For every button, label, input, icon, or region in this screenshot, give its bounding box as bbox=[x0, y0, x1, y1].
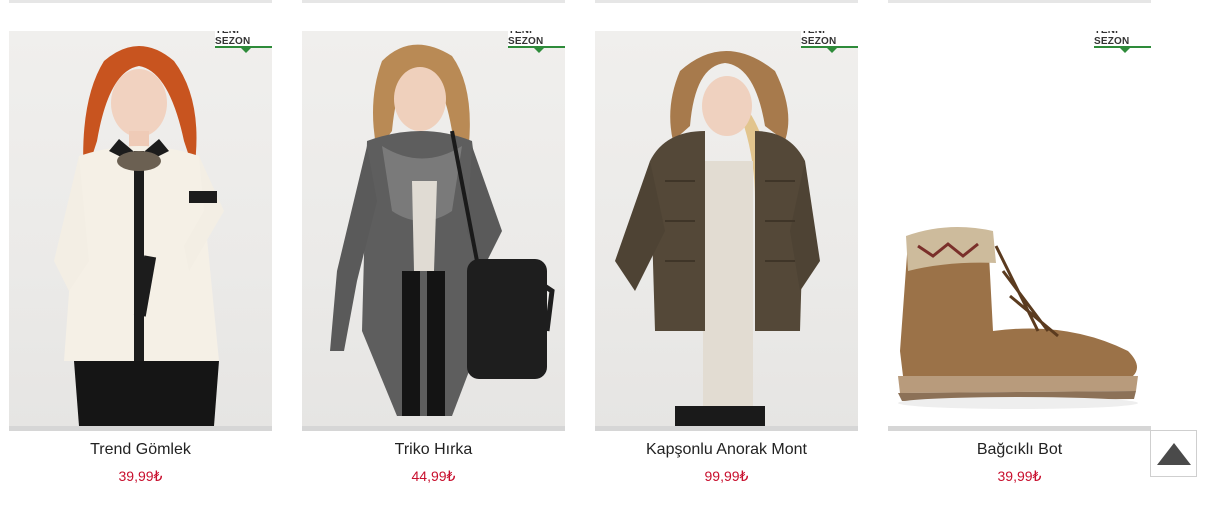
product-card[interactable]: YENİ SEZON Kapşonlu Anorak Mont 99,99₺ bbox=[595, 31, 858, 485]
product-image[interactable]: YENİ SEZON bbox=[888, 31, 1151, 426]
product-price: 39,99₺ bbox=[118, 468, 163, 484]
product-price: 44,99₺ bbox=[411, 468, 456, 484]
image-bottom-bar bbox=[302, 426, 565, 431]
product-price: 39,99₺ bbox=[997, 468, 1042, 484]
top-divider bbox=[595, 0, 858, 3]
product-image[interactable]: YENİ SEZON bbox=[302, 31, 565, 426]
product-card[interactable]: YENİ SEZON Triko Hırka 44,99₺ bbox=[302, 31, 565, 485]
badge-label: YENİ SEZON bbox=[801, 31, 837, 47]
new-season-badge: YENİ SEZON bbox=[1094, 31, 1151, 53]
model-shirt-illustration bbox=[54, 46, 224, 426]
product-image[interactable]: YENİ SEZON bbox=[595, 31, 858, 426]
badge-pointer bbox=[534, 48, 544, 53]
product-name[interactable]: Kapşonlu Anorak Mont bbox=[595, 441, 858, 461]
image-bottom-bar bbox=[888, 426, 1151, 431]
model-parka-illustration bbox=[615, 51, 820, 426]
arrow-up-icon bbox=[1156, 442, 1191, 465]
new-season-badge: YENİ SEZON bbox=[801, 31, 858, 53]
top-divider bbox=[9, 0, 272, 3]
badge-pointer bbox=[827, 48, 837, 53]
top-divider bbox=[302, 0, 565, 3]
top-divider bbox=[888, 0, 1151, 3]
image-bottom-bar bbox=[9, 426, 272, 431]
new-season-badge: YENİ SEZON bbox=[508, 31, 565, 53]
product-price: 99,99₺ bbox=[704, 468, 749, 484]
scroll-to-top-button[interactable] bbox=[1150, 430, 1197, 477]
product-card[interactable]: YENİ SEZON Trend Gömlek 39,99₺ bbox=[9, 31, 272, 485]
image-bottom-bar bbox=[595, 426, 858, 431]
badge-pointer bbox=[1120, 48, 1130, 53]
badge-label: YENİ SEZON bbox=[215, 31, 251, 47]
product-name[interactable]: Triko Hırka bbox=[302, 441, 565, 461]
badge-label: YENİ SEZON bbox=[508, 31, 544, 47]
boot-illustration bbox=[898, 227, 1138, 409]
product-name[interactable]: Trend Gömlek bbox=[9, 441, 272, 461]
product-card[interactable]: YENİ SEZON Bağcıklı Bot 39,99₺ bbox=[888, 31, 1151, 485]
badge-pointer bbox=[241, 48, 251, 53]
product-name[interactable]: Bağcıklı Bot bbox=[888, 441, 1151, 461]
model-cardigan-illustration bbox=[330, 44, 555, 416]
new-season-badge: YENİ SEZON bbox=[215, 31, 272, 53]
product-image[interactable]: YENİ SEZON bbox=[9, 31, 272, 426]
badge-label: YENİ SEZON bbox=[1094, 31, 1130, 47]
